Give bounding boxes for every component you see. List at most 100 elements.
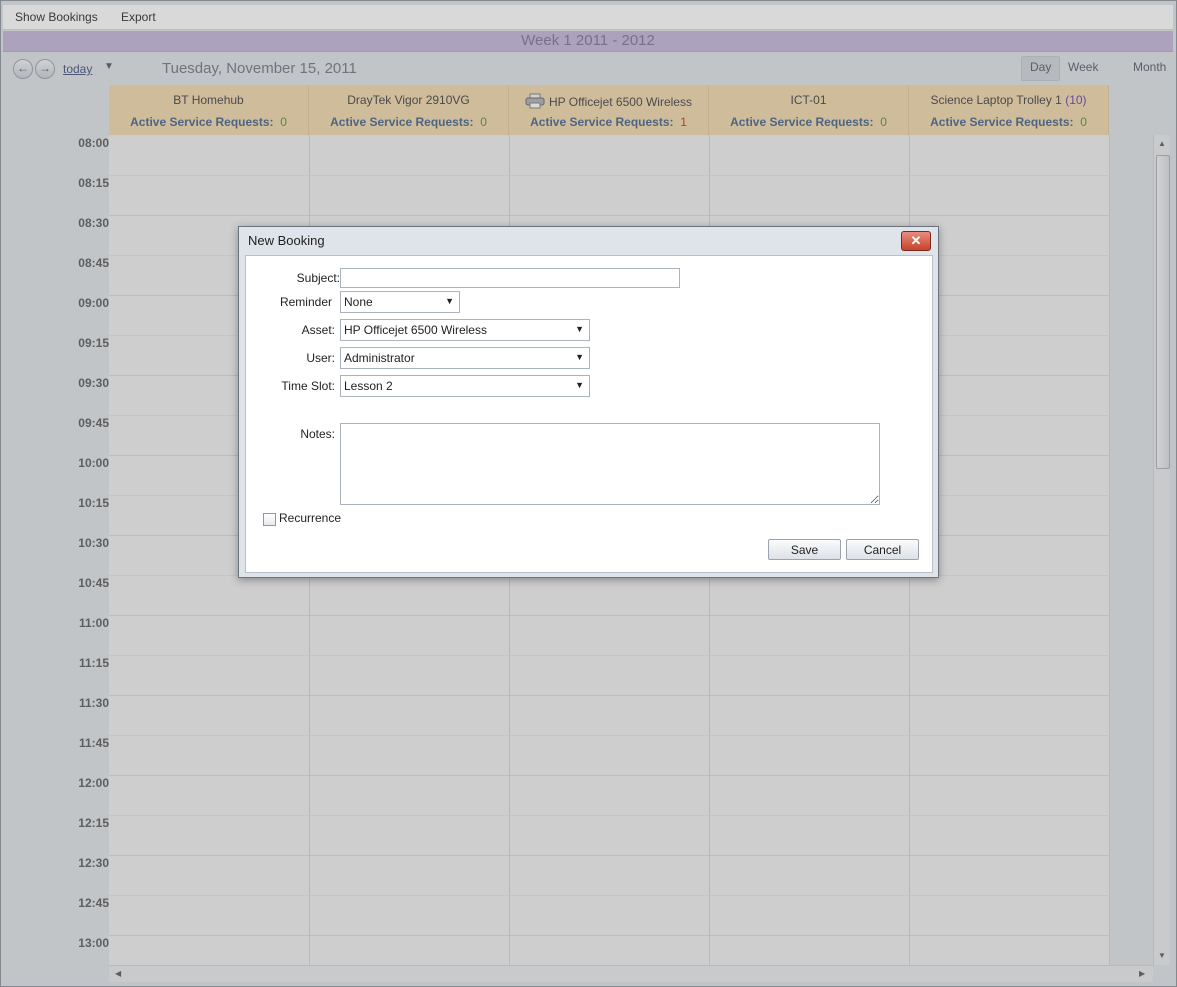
asset-label: Asset: bbox=[301, 323, 335, 337]
vertical-scrollbar[interactable]: ▲ ▼ bbox=[1153, 135, 1170, 965]
chevron-down-icon: ▼ bbox=[575, 324, 584, 334]
chevron-down-icon: ▼ bbox=[445, 296, 454, 306]
resource-name-row: Science Laptop Trolley 1 (10) bbox=[909, 93, 1108, 109]
grid-row-divider bbox=[109, 735, 1110, 736]
time-label: 12:00 bbox=[78, 776, 109, 790]
timeslot-label: Time Slot: bbox=[281, 379, 335, 393]
view-week-button[interactable]: Week bbox=[1060, 56, 1106, 79]
time-label: 10:30 bbox=[78, 536, 109, 550]
timeslot-select[interactable]: Lesson 2 ▼ bbox=[340, 375, 590, 397]
current-date: Tuesday, November 15, 2011 bbox=[162, 60, 357, 77]
requests-count: 0 bbox=[280, 115, 287, 129]
recurrence-label: Recurrence bbox=[279, 511, 342, 525]
header-filler bbox=[1109, 85, 1169, 135]
requests-label: Active Service Requests: bbox=[930, 115, 1074, 129]
view-month-button[interactable]: Month bbox=[1125, 56, 1174, 79]
requests-label: Active Service Requests: bbox=[330, 115, 474, 129]
resource-name: HP Officejet 6500 Wireless bbox=[549, 95, 692, 109]
view-day-button[interactable]: Day bbox=[1021, 56, 1061, 81]
time-label: 11:00 bbox=[78, 616, 109, 630]
reminder-value: None bbox=[344, 295, 373, 309]
resource-header-ict-01[interactable]: ICT-01 Active Service Requests: 0 bbox=[709, 85, 909, 135]
user-select[interactable]: Administrator ▼ bbox=[340, 347, 590, 369]
resource-requests: Active Service Requests: 0 bbox=[909, 115, 1108, 129]
resource-requests: Active Service Requests: 0 bbox=[309, 115, 508, 129]
printer-icon bbox=[525, 93, 545, 109]
scroll-down-icon[interactable]: ▼ bbox=[1158, 951, 1166, 960]
time-label: 09:30 bbox=[78, 376, 109, 390]
subject-input[interactable] bbox=[340, 268, 680, 288]
back-arrow-icon[interactable]: ← bbox=[13, 59, 33, 79]
scroll-left-icon[interactable]: ◀ bbox=[115, 969, 121, 978]
time-label: 10:45 bbox=[78, 576, 109, 590]
time-label: 08:45 bbox=[78, 256, 109, 270]
requests-count: 0 bbox=[880, 115, 887, 129]
time-label: 11:30 bbox=[78, 696, 109, 710]
new-booking-dialog: New Booking ✕ Subject: Reminder None ▼ A… bbox=[238, 226, 939, 578]
resource-name: Science Laptop Trolley 1 bbox=[930, 93, 1062, 107]
grid-column-divider bbox=[1109, 135, 1110, 965]
requests-label: Active Service Requests: bbox=[530, 115, 674, 129]
horizontal-scrollbar[interactable]: ◀ ▶ bbox=[109, 965, 1153, 982]
requests-label: Active Service Requests: bbox=[130, 115, 274, 129]
vertical-scroll-thumb[interactable] bbox=[1156, 155, 1170, 469]
resource-header-draytek[interactable]: DrayTek Vigor 2910VG Active Service Requ… bbox=[309, 85, 509, 135]
grid-row-divider bbox=[109, 695, 1110, 696]
menu-bar: Show Bookings Export bbox=[3, 5, 1173, 30]
resource-requests: Active Service Requests: 0 bbox=[109, 115, 308, 129]
resource-name: DrayTek Vigor 2910VG bbox=[347, 93, 470, 107]
menu-show-bookings[interactable]: Show Bookings bbox=[15, 10, 98, 24]
today-link[interactable]: today bbox=[63, 62, 92, 76]
time-label: 11:45 bbox=[78, 736, 109, 750]
requests-count: 0 bbox=[480, 115, 487, 129]
requests-count: 1 bbox=[680, 115, 687, 129]
time-label: 12:30 bbox=[78, 856, 109, 870]
recurrence-checkbox[interactable] bbox=[263, 513, 276, 526]
asset-select[interactable]: HP Officejet 6500 Wireless ▼ bbox=[340, 319, 590, 341]
scroll-right-icon[interactable]: ▶ bbox=[1139, 969, 1145, 978]
time-label: 12:15 bbox=[78, 816, 109, 830]
resource-count: (10) bbox=[1065, 93, 1087, 107]
time-column: 08:00 08:15 08:30 08:45 09:00 09:15 09:30 09:45… bbox=[3, 85, 109, 985]
navigation-bar: ← → today ▼ Tuesday, November 15, 2011 D… bbox=[3, 52, 1173, 84]
time-label: 08:30 bbox=[78, 216, 109, 230]
resource-header-bt-homehub[interactable]: BT Homehub Active Service Requests: 0 bbox=[109, 85, 309, 135]
chevron-down-icon: ▼ bbox=[575, 380, 584, 390]
save-button[interactable]: Save bbox=[768, 539, 841, 560]
time-label: 10:15 bbox=[78, 496, 109, 510]
notes-textarea[interactable] bbox=[340, 423, 880, 505]
grid-row-divider bbox=[109, 655, 1110, 656]
dialog-title: New Booking bbox=[248, 233, 325, 248]
chevron-down-icon: ▼ bbox=[575, 352, 584, 362]
notes-label: Notes: bbox=[300, 427, 335, 441]
menu-export[interactable]: Export bbox=[121, 10, 156, 24]
time-label: 10:00 bbox=[78, 456, 109, 470]
week-title: Week 1 2011 - 2012 bbox=[3, 31, 1173, 52]
resource-name: ICT-01 bbox=[790, 93, 827, 107]
today-dropdown-caret-icon[interactable]: ▼ bbox=[104, 61, 114, 72]
user-label: User: bbox=[306, 351, 335, 365]
requests-label: Active Service Requests: bbox=[730, 115, 874, 129]
asset-value: HP Officejet 6500 Wireless bbox=[344, 323, 487, 337]
grid-row-divider bbox=[109, 855, 1110, 856]
timeslot-value: Lesson 2 bbox=[344, 379, 393, 393]
user-value: Administrator bbox=[344, 351, 415, 365]
requests-count: 0 bbox=[1080, 115, 1087, 129]
reminder-label: Reminder bbox=[279, 295, 332, 309]
resource-name: BT Homehub bbox=[173, 93, 244, 107]
cancel-button[interactable]: Cancel bbox=[846, 539, 919, 560]
resource-requests: Active Service Requests: 0 bbox=[709, 115, 908, 129]
reminder-select[interactable]: None ▼ bbox=[340, 291, 460, 313]
grid-row-divider bbox=[109, 615, 1110, 616]
scroll-up-icon[interactable]: ▲ bbox=[1158, 139, 1166, 148]
resource-header-science-laptop-trolley[interactable]: Science Laptop Trolley 1 (10) Active Ser… bbox=[909, 85, 1109, 135]
grid-row-divider bbox=[109, 895, 1110, 896]
resource-header-hp-officejet[interactable]: HP Officejet 6500 Wireless Active Servic… bbox=[509, 85, 709, 135]
grid-row-divider bbox=[109, 175, 1110, 176]
time-label: 09:45 bbox=[78, 416, 109, 430]
subject-label: Subject: bbox=[296, 271, 340, 285]
time-label: 08:15 bbox=[78, 176, 109, 190]
forward-arrow-icon[interactable]: → bbox=[35, 59, 55, 79]
close-icon[interactable]: ✕ bbox=[901, 231, 931, 251]
grid-row-divider bbox=[109, 215, 1110, 216]
